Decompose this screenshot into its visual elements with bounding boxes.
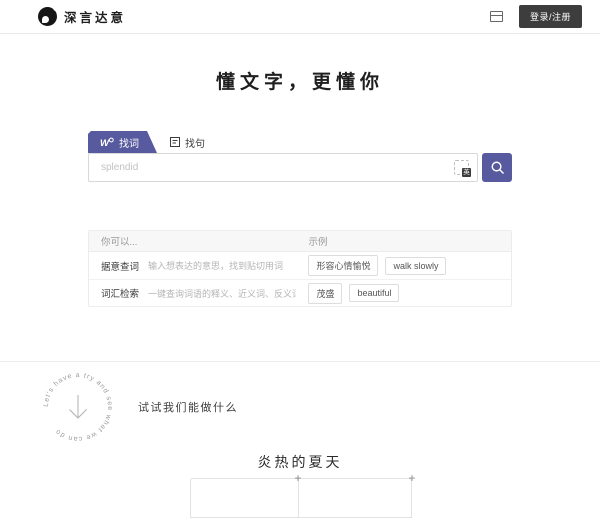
feature-name: 词汇检索 bbox=[101, 286, 139, 300]
example-tag[interactable]: walk slowly bbox=[385, 257, 446, 275]
example-tag[interactable]: beautiful bbox=[349, 284, 399, 302]
section-divider bbox=[0, 361, 600, 362]
example-tag[interactable]: 形容心情愉悦 bbox=[308, 255, 378, 276]
down-arrow-icon bbox=[65, 392, 91, 422]
language-badge: 英 bbox=[462, 168, 471, 177]
tab-find-sentences-label: 找句 bbox=[185, 135, 205, 150]
svg-text:W: W bbox=[100, 138, 110, 147]
try-section: Let's have a try and see what we can do … bbox=[38, 366, 600, 448]
search-icon bbox=[490, 160, 505, 175]
help-table: 你可以... 示例 据意查词 输入想表达的意思，找到贴切用词 形容心情愉悦 wa… bbox=[88, 230, 512, 307]
feature-description: 一键查询词语的释义、近义词、反义词、联想词等 bbox=[148, 287, 296, 300]
feature-description: 输入想表达的意思，找到贴切用词 bbox=[148, 259, 283, 272]
help-table-header: 你可以... 示例 bbox=[89, 231, 511, 252]
find-sentences-icon bbox=[170, 137, 180, 147]
brand-name: 深言达意 bbox=[64, 7, 126, 26]
search-tabs: W 找词 找句 bbox=[88, 131, 512, 153]
header-example: 示例 bbox=[308, 234, 511, 248]
tab-find-words-label: 找词 bbox=[119, 135, 139, 150]
client-window-icon[interactable] bbox=[490, 11, 503, 22]
feature-name: 据意查词 bbox=[101, 259, 139, 273]
brand-logo-icon bbox=[38, 7, 57, 26]
page-title: 懂文字，更懂你 bbox=[0, 67, 600, 94]
table-row-query-by-meaning: 据意查词 输入想表达的意思，找到贴切用词 形容心情愉悦 walk slowly bbox=[89, 252, 511, 279]
header-you-can: 你可以... bbox=[89, 234, 308, 248]
tab-find-sentences[interactable]: 找句 bbox=[157, 131, 218, 153]
plus-mark: + bbox=[408, 472, 415, 484]
top-bar: 深言达意 登录/注册 bbox=[0, 0, 600, 34]
tab-find-words[interactable]: W 找词 bbox=[88, 131, 157, 153]
login-register-button[interactable]: 登录/注册 bbox=[519, 5, 582, 28]
table-row-vocab-search: 词汇检索 一键查询词语的释义、近义词、反义词、联想词等 茂盛 beautiful bbox=[89, 279, 511, 306]
demo-cards: + + bbox=[190, 478, 412, 518]
find-words-icon: W bbox=[100, 137, 114, 147]
language-toggle-icon[interactable]: 英 bbox=[454, 160, 469, 175]
search-input[interactable] bbox=[88, 153, 478, 182]
demo-phrase-title: 炎热的夏天 bbox=[0, 452, 600, 472]
plus-mark: + bbox=[294, 472, 301, 484]
try-label: 试试我们能做什么 bbox=[138, 399, 238, 415]
example-tag[interactable]: 茂盛 bbox=[308, 283, 342, 304]
search-button[interactable] bbox=[482, 153, 512, 182]
search-bar: 英 bbox=[88, 153, 512, 182]
brand[interactable]: 深言达意 bbox=[38, 7, 126, 26]
search-section: W 找词 找句 英 bbox=[88, 131, 512, 182]
top-right-actions: 登录/注册 bbox=[490, 5, 582, 28]
